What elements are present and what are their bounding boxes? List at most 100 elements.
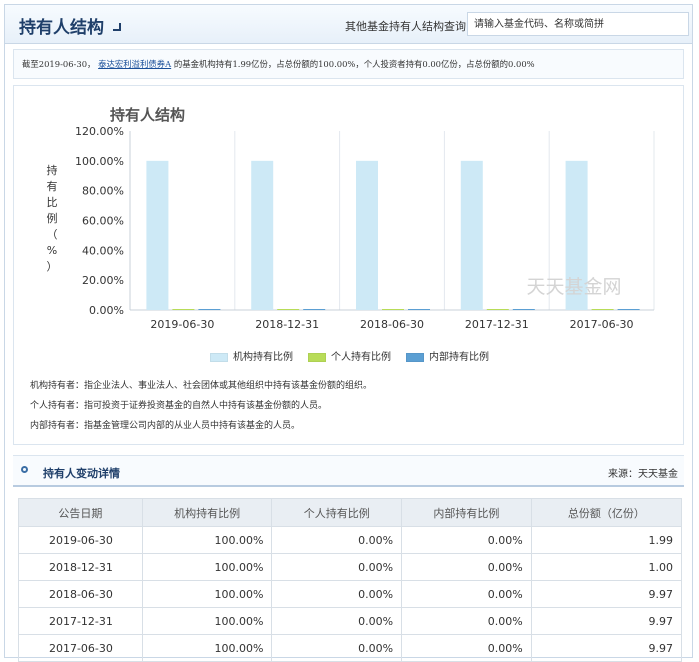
table-row: 2017-06-30 100.00% 0.00% 0.00% 9.97 — [18, 634, 683, 662]
y-axis-label-char: 例 — [47, 211, 58, 225]
x-tick-label: 2018-12-31 — [255, 318, 319, 331]
internal-cell: 0.00% — [401, 553, 532, 581]
legend-item-internal: 内部持有比例 — [406, 348, 489, 363]
bar-0 — [356, 160, 378, 310]
column-header: 个人持有比例 — [271, 498, 403, 527]
chart-title: 持有人结构 — [110, 106, 185, 124]
institutional-cell: 100.00% — [141, 553, 273, 581]
legend-label: 机构持有比例 — [233, 352, 293, 363]
legend-item-individual: 个人持有比例 — [308, 348, 391, 363]
date-cell: 2019-06-30 — [18, 526, 143, 554]
definition-institutional: 机构持有者：指企业法人、事业法人、社会团体或其他组织中持有该基金份额的组织。 — [30, 381, 373, 391]
legend-label: 个人持有比例 — [331, 352, 391, 363]
y-tick-label: 40.00% — [82, 244, 124, 257]
source-value: 天天基金 — [638, 469, 678, 480]
page-title: 持有人结构 — [19, 18, 104, 38]
internal-cell: 0.00% — [401, 580, 532, 608]
institutional-cell: 100.00% — [141, 580, 273, 608]
individual-cell: 0.00% — [271, 634, 403, 662]
top-bar: 持有人结构 其他基金持有人结构查询: — [5, 5, 692, 44]
source-label: 来源： — [608, 469, 638, 480]
legend-swatch — [210, 352, 228, 362]
institutional-cell: 100.00% — [141, 526, 273, 554]
internal-cell: 0.00% — [401, 607, 532, 635]
x-tick-label: 2018-06-30 — [360, 318, 424, 331]
y-axis-label-char: 持 — [47, 163, 58, 177]
bar-2 — [617, 309, 640, 310]
detail-title: 持有人变动详情 — [43, 467, 120, 480]
total-shares-cell: 9.97 — [530, 634, 683, 662]
bar-2 — [512, 309, 535, 310]
bar-1 — [486, 309, 509, 310]
total-shares-cell: 1.99 — [530, 526, 683, 554]
holder-structure-panel: 持有人结构 其他基金持有人结构查询: 截至2019-06-30， 泰达宏利溢利债… — [4, 4, 693, 662]
summary-suffix: 的基金机构持有1.99亿份，占总份额的100.00%，个人投资者持有0.00亿份… — [173, 59, 535, 69]
y-tick-label: 0.00% — [89, 304, 124, 317]
bar-2 — [303, 309, 326, 310]
table-header-row: 公告日期 机构持有比例 个人持有比例 内部持有比例 总份额（亿份） — [18, 498, 683, 527]
y-axis-label-char: 有 — [47, 179, 58, 193]
legend-swatch — [308, 352, 326, 362]
y-axis-label-char: （ — [47, 228, 58, 241]
bar-0 — [460, 160, 483, 310]
individual-cell: 0.00% — [271, 553, 403, 581]
bar-1 — [591, 309, 614, 310]
holder-structure-chart-panel: 持有人结构 120.00% 100.00% 80.00% 60.00% 40.00% 20.… — [13, 85, 684, 445]
individual-cell: 0.00% — [271, 526, 403, 554]
y-tick-label: 120.00% — [75, 125, 124, 138]
holder-structure-chart: 持有人结构120.00% 100.00% 80.00% 60.00% 40.00% 20.… — [47, 106, 655, 331]
date-cell: 2017-06-30 — [18, 634, 143, 662]
y-axis-label-char: % — [47, 244, 57, 257]
legend-item-institutional: 机构持有比例 — [210, 348, 293, 363]
total-shares-cell: 9.97 — [530, 580, 683, 608]
column-header: 机构持有比例 — [141, 498, 273, 527]
bar-2 — [198, 309, 221, 310]
column-header: 内部持有比例 — [401, 498, 532, 527]
column-header: 总份额（亿份） — [530, 498, 683, 527]
date-cell: 2018-06-30 — [18, 580, 143, 608]
individual-cell: 0.00% — [271, 607, 403, 635]
bar-0 — [251, 160, 274, 310]
internal-cell: 0.00% — [401, 526, 532, 554]
table-row: 2017-12-31 100.00% 0.00% 0.00% 9.97 — [18, 607, 683, 635]
summary-prefix: 截至2019-06-30， — [22, 59, 96, 69]
definition-internal: 内部持有者：指基金管理公司内部的从业人员中持有该基金的人员。 — [30, 421, 301, 431]
date-cell: 2018-12-31 — [18, 553, 143, 581]
internal-cell: 0.00% — [401, 634, 532, 662]
chart-watermark: 天天基金网 — [526, 276, 621, 298]
bar-1 — [382, 309, 404, 310]
x-tick-label: 2017-12-31 — [465, 318, 529, 331]
x-tick-label: 2019-06-30 — [150, 318, 214, 331]
holder-change-table: 公告日期 机构持有比例 个人持有比例 内部持有比例 总份额（亿份） 2019-0… — [18, 498, 683, 662]
total-shares-cell: 9.97 — [530, 607, 683, 635]
legend-label: 内部持有比例 — [429, 352, 489, 363]
y-axis-label-char: 比 — [47, 196, 58, 209]
bar-1 — [277, 309, 300, 310]
institutional-cell: 100.00% — [141, 634, 273, 662]
individual-cell: 0.00% — [271, 580, 403, 608]
y-tick-label: 60.00% — [82, 215, 124, 228]
y-tick-label: 80.00% — [82, 185, 124, 198]
definition-individual: 个人持有者：指可投资于证券投资基金的自然人中持有该基金份额的人员。 — [30, 401, 328, 411]
chevron-down-right-icon — [113, 23, 121, 31]
table-row: 2018-12-31 100.00% 0.00% 0.00% 1.00 — [18, 553, 683, 581]
institutional-cell: 100.00% — [141, 607, 273, 635]
table-row: 2018-06-30 100.00% 0.00% 0.00% 9.97 — [18, 580, 683, 608]
fund-link[interactable]: 泰达宏利溢利债券A — [98, 59, 171, 69]
fund-search-input[interactable] — [467, 12, 689, 36]
bar-0 — [146, 160, 169, 310]
source-text: 来源：天天基金 — [608, 465, 678, 480]
bar-1 — [172, 309, 195, 310]
y-tick-label: 100.00% — [75, 155, 124, 168]
total-shares-cell: 1.00 — [530, 553, 683, 581]
x-tick-label: 2017-06-30 — [570, 318, 634, 331]
circle-icon — [21, 466, 28, 473]
column-header: 公告日期 — [18, 498, 143, 527]
detail-header: 持有人变动详情 来源：天天基金 — [13, 455, 684, 487]
holding-summary: 截至2019-06-30， 泰达宏利溢利债券A 的基金机构持有1.99亿份，占总… — [13, 49, 684, 79]
y-tick-label: 20.00% — [82, 274, 124, 287]
holder-definitions: 机构持有者：指企业法人、事业法人、社会团体或其他组织中持有该基金份额的组织。 个… — [30, 376, 372, 436]
date-cell: 2017-12-31 — [18, 607, 143, 635]
legend-swatch — [406, 352, 424, 362]
table-row: 2019-06-30 100.00% 0.00% 0.00% 1.99 — [18, 526, 683, 554]
